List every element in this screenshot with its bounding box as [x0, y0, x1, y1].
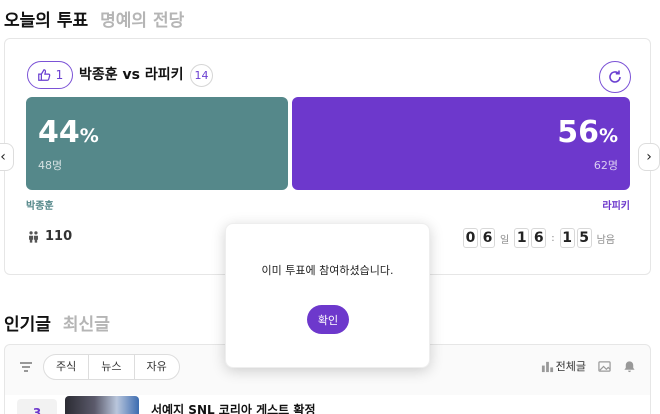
category-filter: 주식 뉴스 자유 — [43, 354, 180, 380]
list-tools: 전체글 — [541, 358, 636, 374]
bell-icon[interactable] — [623, 360, 636, 373]
chevron-right-icon: › — [646, 149, 652, 165]
timer-day-unit: 일 — [500, 234, 510, 246]
next-vote-button[interactable]: › — [638, 143, 660, 171]
right-option-name: 라피키 — [602, 201, 630, 212]
post-thumbnail — [65, 396, 139, 414]
participants: 110 — [27, 229, 72, 244]
left-percent: 44% — [38, 115, 99, 150]
left-option-name: 박종훈 — [26, 201, 54, 212]
all-posts-toggle[interactable]: 전체글 — [541, 358, 586, 374]
image-icon[interactable] — [598, 360, 611, 373]
refresh-button[interactable] — [599, 61, 631, 93]
timer-digit: 5 — [576, 228, 592, 248]
all-posts-label: 전체글 — [555, 360, 586, 373]
like-count: 1 — [55, 68, 64, 82]
tab-today-vote[interactable]: 오늘의 투표 — [4, 6, 88, 31]
confirm-button[interactable]: 확인 — [307, 305, 349, 334]
timer-digit: 0 — [463, 228, 478, 248]
alert-dialog: 이미 투표에 참여하셨습니다. 확인 — [225, 223, 430, 368]
refresh-icon — [609, 70, 621, 83]
right-vote-count: 62명 — [593, 159, 618, 172]
left-vote-count: 48명 — [38, 159, 63, 172]
timer-digit: 1 — [514, 228, 530, 248]
list-item[interactable]: 3 서예지 SNL 코리아 게스트 확정 — [5, 395, 650, 414]
timer-digit: 1 — [559, 228, 575, 248]
bar-chart-icon — [541, 361, 553, 372]
timer-digit: 6 — [531, 228, 547, 248]
vote-option-right[interactable]: 56% 62명 — [292, 97, 630, 190]
post-rank: 3 — [17, 399, 57, 414]
filter-free[interactable]: 자유 — [135, 355, 179, 379]
prev-vote-button[interactable]: ‹ — [0, 143, 14, 171]
dialog-message: 이미 투표에 참여하셨습니다. — [261, 264, 394, 277]
tab-popular[interactable]: 인기글 — [4, 310, 51, 335]
participant-count: 110 — [45, 229, 73, 244]
chevron-left-icon: ‹ — [0, 149, 6, 165]
filter-stocks[interactable]: 주식 — [44, 355, 90, 379]
timer-separator: : — [551, 232, 555, 244]
tab-hall-of-fame[interactable]: 명예의 전당 — [100, 6, 184, 31]
timer-remaining-label: 남음 — [596, 234, 615, 246]
vote-option-left[interactable]: 44% 48명 — [26, 97, 288, 190]
filter-icon[interactable] — [19, 361, 33, 373]
top-tabs: 오늘의 투표 명예의 전당 — [4, 6, 184, 31]
vote-title: 박종훈 vs 라피키 — [79, 67, 184, 83]
comment-count-badge[interactable]: 14 — [190, 64, 213, 87]
like-button[interactable]: 1 — [27, 61, 73, 89]
right-percent: 56% — [557, 115, 618, 150]
people-icon — [29, 231, 38, 243]
thumbs-up-icon — [37, 69, 51, 81]
countdown-timer: 0 6 일 1 6 : 1 5 남음 — [463, 228, 618, 248]
filter-news[interactable]: 뉴스 — [89, 355, 135, 379]
post-title: 서예지 SNL 코리아 게스트 확정 — [151, 403, 316, 414]
timer-digit: 6 — [480, 228, 495, 248]
tab-latest[interactable]: 최신글 — [63, 310, 110, 335]
section-tabs: 인기글 최신글 — [4, 310, 110, 335]
